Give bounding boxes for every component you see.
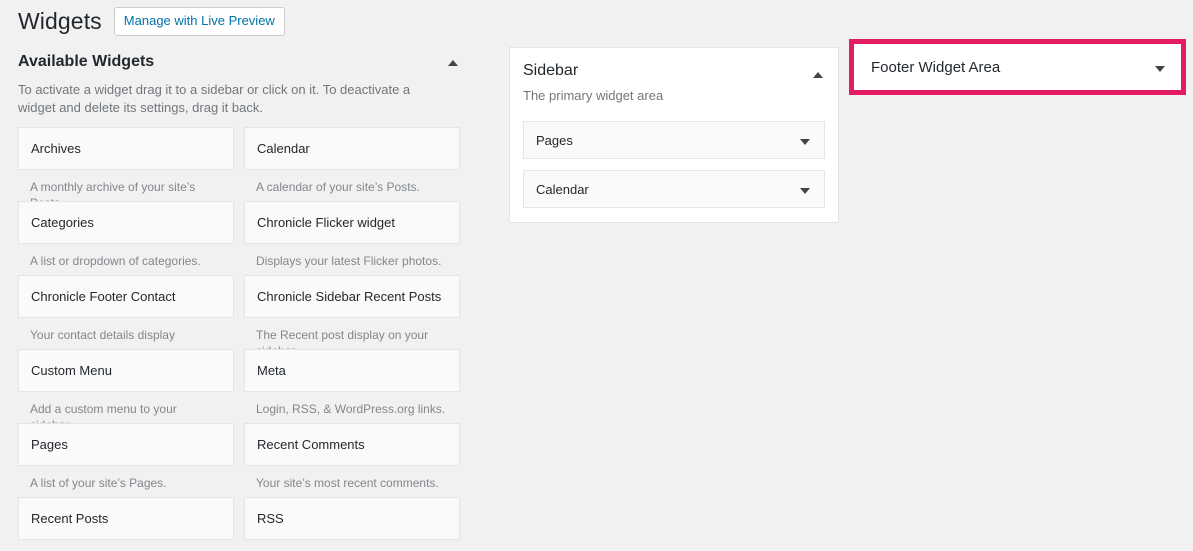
available-widget-cell: RSS xyxy=(244,497,460,551)
available-widget-title: RSS xyxy=(257,510,284,526)
manage-with-live-preview-button[interactable]: Manage with Live Preview xyxy=(113,6,285,36)
footer-widget-area-header[interactable]: Footer Widget Area xyxy=(854,44,1181,90)
triangle-down-icon[interactable] xyxy=(798,135,812,149)
available-widget-title: Calendar xyxy=(257,140,310,156)
available-widgets-title: Available Widgets xyxy=(18,53,155,70)
triangle-up-icon[interactable] xyxy=(811,68,825,82)
triangle-up-icon[interactable] xyxy=(446,56,460,70)
available-widget-cell: Custom Menu Add a custom menu to your sid… xyxy=(18,349,234,432)
available-widget-description: A monthly archive of your site’s Posts. xyxy=(30,180,196,210)
available-widget-description: A list of your site’s Pages. xyxy=(30,476,167,490)
sidebar-widget-area-panel: Sidebar The primary widget area Pages Cal… xyxy=(509,47,839,223)
page-title: Widgets xyxy=(18,8,102,34)
available-widget-title: Chronicle Flicker widget xyxy=(257,214,395,230)
available-widget-title: Meta xyxy=(257,362,286,378)
available-widget-cell: Calendar A calendar of your site’s Posts. xyxy=(244,127,460,201)
available-widget-cell: Pages A list of your site’s Pages. xyxy=(18,423,234,497)
available-widget-description xyxy=(18,540,234,551)
available-widgets-section: Available Widgets To activate a widget d… xyxy=(18,52,460,117)
available-widget-item[interactable]: Recent Posts xyxy=(18,497,234,540)
available-widget-cell: Recent Comments Your site’s most recent c… xyxy=(244,423,460,497)
available-widget-description xyxy=(244,540,460,551)
available-widget-item[interactable]: Pages xyxy=(18,423,234,466)
available-widget-item[interactable]: Archives xyxy=(18,127,234,170)
available-widget-item[interactable]: Meta xyxy=(244,349,460,392)
triangle-down-icon[interactable] xyxy=(798,184,812,198)
available-widget-description: Login, RSS, & WordPress.org links. xyxy=(256,402,446,416)
sidebar-widget-title: Calendar xyxy=(536,181,589,197)
available-widget-description: Your contact details display xyxy=(30,328,175,342)
available-widget-title: Chronicle Sidebar Recent Posts xyxy=(257,288,442,304)
available-widget-title: Categories xyxy=(31,214,94,230)
available-widget-cell: Chronicle Sidebar Recent Posts The Recent… xyxy=(244,275,460,358)
available-widget-item[interactable]: Calendar xyxy=(244,127,460,170)
available-widget-description: Your site’s most recent comments. xyxy=(256,476,439,490)
available-widgets-description: To activate a widget drag it to a sideba… xyxy=(18,82,411,115)
available-widget-title: Archives xyxy=(31,140,81,156)
available-widget-description: A list or dropdown of categories. xyxy=(30,254,201,268)
available-widget-cell: Meta Login, RSS, & WordPress.org links. xyxy=(244,349,460,423)
available-widget-title: Custom Menu xyxy=(31,362,112,378)
available-widget-item[interactable]: Chronicle Flicker widget xyxy=(244,201,460,244)
footer-widget-area-panel[interactable]: Footer Widget Area xyxy=(849,39,1186,95)
available-widget-item[interactable]: Chronicle Footer Contact xyxy=(18,275,234,318)
available-widgets-header: Available Widgets xyxy=(18,52,460,72)
available-widget-description: The Recent post display on your sidebar xyxy=(256,328,429,358)
page-header: Widgets Manage with Live Preview xyxy=(18,6,285,36)
available-widget-cell: Categories A list or dropdown of categori… xyxy=(18,201,234,275)
sidebar-widget-item[interactable]: Pages xyxy=(523,121,825,159)
available-widget-item[interactable]: Categories xyxy=(18,201,234,244)
footer-widget-area-title: Footer Widget Area xyxy=(871,58,1001,76)
available-widget-cell: Chronicle Footer Contact Your contact det… xyxy=(18,275,234,349)
sidebar-panel-description: The primary widget area xyxy=(523,88,664,103)
available-widget-title: Recent Comments xyxy=(257,436,365,452)
available-widget-item[interactable]: Recent Comments xyxy=(244,423,460,466)
triangle-down-icon[interactable] xyxy=(1153,62,1167,76)
available-widget-cell: Archives A monthly archive of your site’s… xyxy=(18,127,234,210)
available-widget-description: A calendar of your site’s Posts. xyxy=(256,180,420,194)
widgets-screen: Widgets Manage with Live Preview Availab… xyxy=(0,0,1193,551)
sidebar-widget-title: Pages xyxy=(536,132,573,148)
available-widget-item[interactable]: RSS xyxy=(244,497,460,540)
available-widget-title: Pages xyxy=(31,436,68,452)
available-widget-description: Displays your latest Flicker photos. xyxy=(256,254,442,268)
sidebar-panel-title: Sidebar xyxy=(523,62,579,79)
available-widget-title: Chronicle Footer Contact xyxy=(31,288,176,304)
available-widgets-grid: Archives A monthly archive of your site’s… xyxy=(18,127,460,551)
sidebar-panel-header: Sidebar The primary widget area xyxy=(523,60,825,105)
available-widget-description: Add a custom menu to your sidebar. xyxy=(30,402,177,432)
available-widget-cell: Chronicle Flicker widget Displays your la… xyxy=(244,201,460,275)
sidebar-assigned-widgets: Pages Calendar xyxy=(523,121,825,208)
available-widget-item[interactable]: Chronicle Sidebar Recent Posts xyxy=(244,275,460,318)
available-widget-cell: Recent Posts xyxy=(18,497,234,551)
available-widget-item[interactable]: Custom Menu xyxy=(18,349,234,392)
sidebar-widget-item[interactable]: Calendar xyxy=(523,170,825,208)
available-widget-title: Recent Posts xyxy=(31,510,109,526)
